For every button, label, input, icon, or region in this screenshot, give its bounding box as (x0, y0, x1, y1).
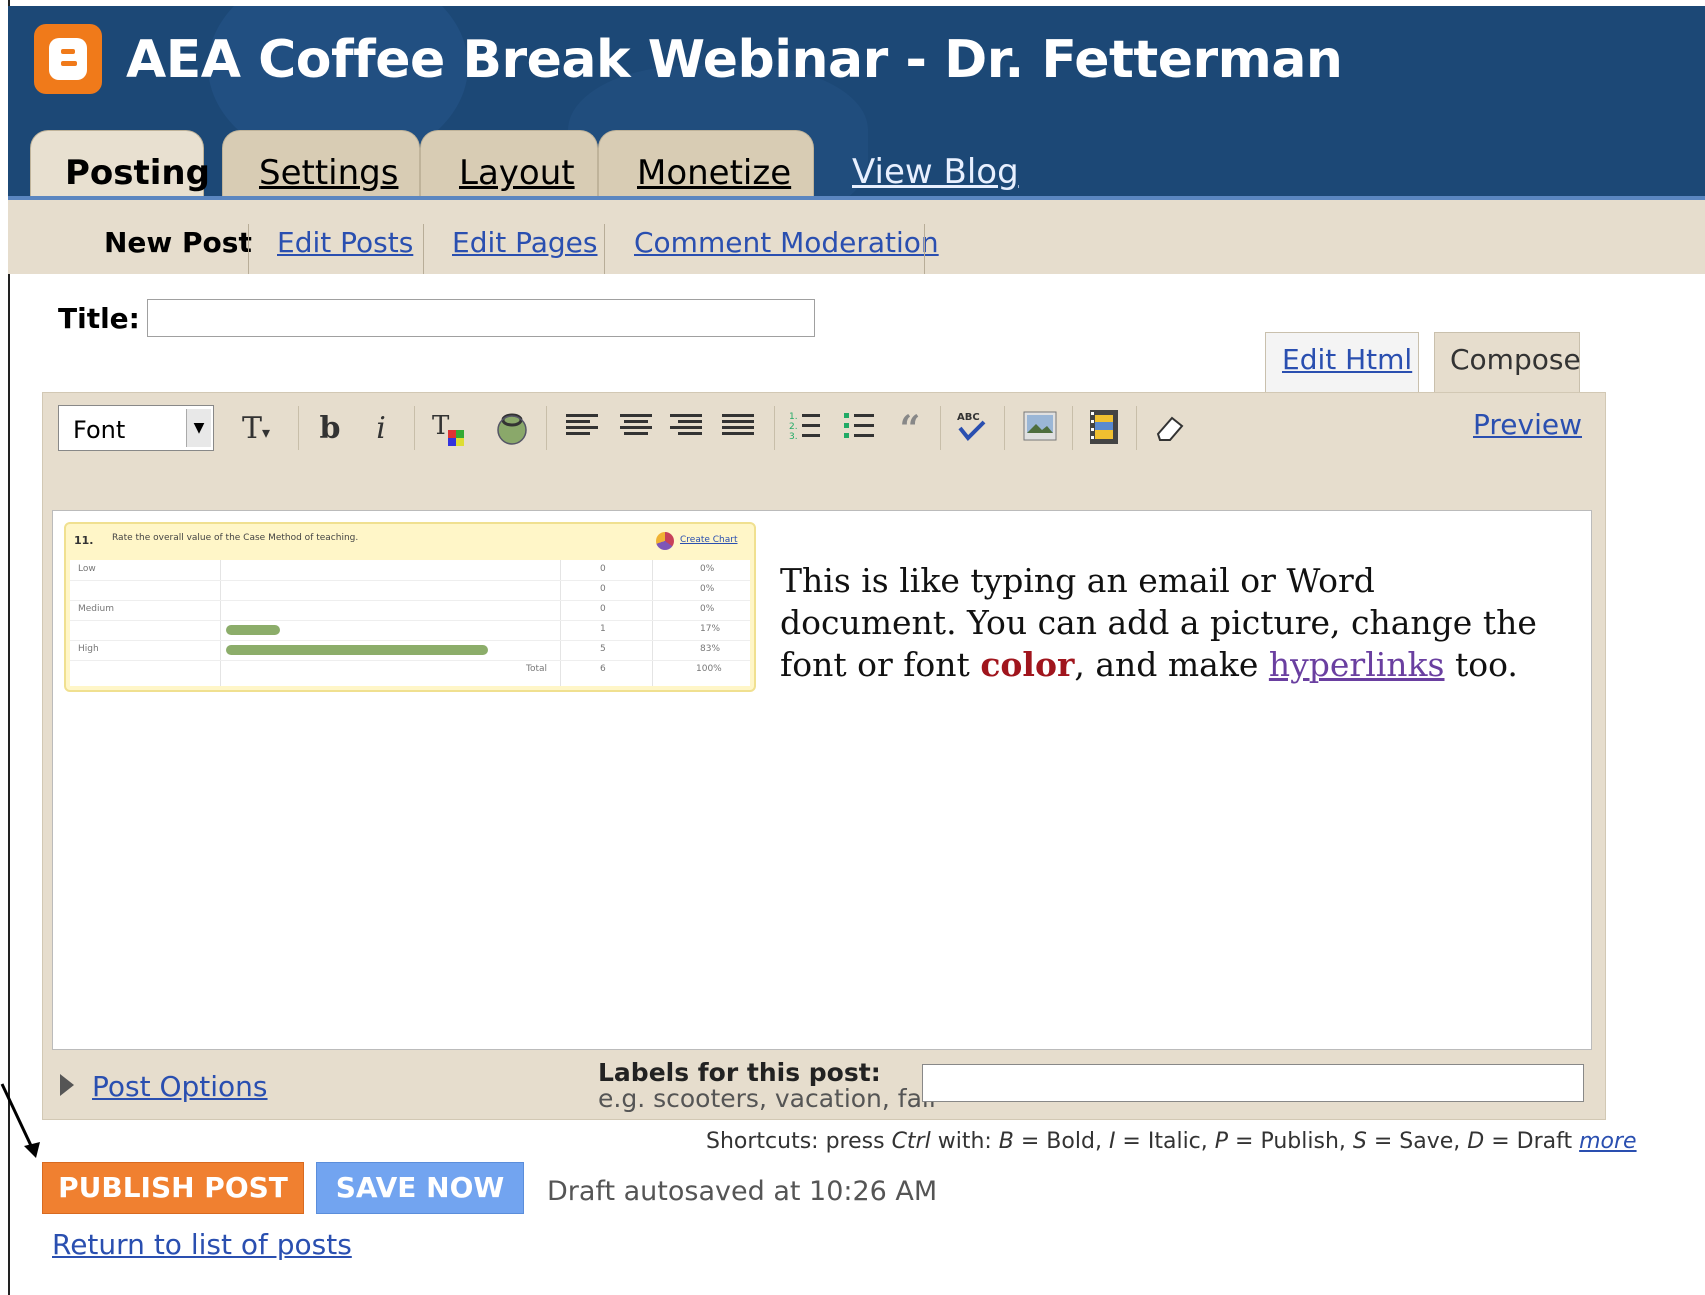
view-blog-link[interactable]: View Blog (852, 152, 1019, 192)
tab-settings[interactable]: Settings (222, 130, 420, 203)
tab-monetize[interactable]: Monetize (598, 130, 814, 203)
edit-html-label: Edit Html (1282, 343, 1413, 376)
tab-posting[interactable]: Posting (30, 130, 210, 205)
question-number: 11. (74, 534, 94, 547)
create-chart-link: Create Chart (680, 535, 738, 545)
svg-text:T: T (432, 411, 450, 441)
shortcuts-hint: Shortcuts: press Ctrl with: B = Bold, I … (706, 1129, 1637, 1154)
subtab-edit-pages[interactable]: Edit Pages (452, 226, 598, 259)
toolbar-divider (940, 406, 941, 450)
toolbar-divider (1072, 406, 1073, 450)
post-body-text[interactable]: This is like typing an email or Word doc… (780, 560, 1540, 686)
table-row: Medium 0 0% (70, 600, 750, 621)
colored-word: color (980, 645, 1075, 684)
result-bar (226, 625, 280, 635)
tab-label: Monetize (637, 153, 792, 193)
font-select-value: Font (73, 416, 126, 444)
toolbar-divider (298, 406, 299, 450)
table-row: Total 6 100% (526, 664, 722, 674)
save-now-button[interactable]: SAVE NOW (316, 1162, 524, 1214)
compose-tab[interactable]: Compose (1434, 332, 1581, 392)
image-icon[interactable] (1018, 408, 1062, 450)
toolbar-divider (1136, 406, 1137, 450)
result-bar (226, 645, 488, 655)
subtab-new-post[interactable]: New Post (104, 226, 252, 259)
link-icon[interactable] (490, 408, 534, 450)
labels-hint: e.g. scooters, vacation, fall (598, 1084, 936, 1113)
align-right-icon[interactable] (664, 408, 708, 450)
subtab-comment-moderation[interactable]: Comment Moderation (634, 226, 939, 259)
compose-label: Compose (1450, 343, 1581, 376)
labels-title: Labels for this post: (598, 1058, 881, 1087)
justify-icon[interactable] (716, 408, 760, 450)
table-row: 1 17% (70, 620, 750, 641)
svg-text:3.: 3. (789, 432, 798, 442)
subtab-edit-posts[interactable]: Edit Posts (277, 226, 413, 259)
tab-label: Posting (65, 153, 210, 193)
align-left-icon[interactable] (560, 408, 604, 450)
tab-label: Settings (259, 153, 399, 193)
font-select[interactable]: Font ▼ (58, 405, 214, 451)
table-row: Low 0 0% (70, 560, 750, 581)
spellcheck-icon[interactable]: ABC (950, 408, 994, 450)
pie-chart-icon (656, 532, 674, 550)
subtab-divider (248, 224, 249, 274)
subtab-divider (423, 224, 424, 274)
text-color-icon[interactable]: T (426, 408, 470, 450)
expand-triangle-icon[interactable] (60, 1074, 74, 1096)
edit-html-tab[interactable]: Edit Html (1265, 332, 1419, 392)
title-input[interactable] (147, 299, 815, 337)
toolbar-divider (774, 406, 775, 450)
tab-layout[interactable]: Layout (420, 130, 598, 203)
blogger-logo-icon (34, 24, 102, 94)
publish-post-button[interactable]: PUBLISH POST (42, 1162, 304, 1214)
eraser-icon[interactable] (1148, 408, 1192, 450)
body-hyperlink: hyperlinks (1268, 645, 1445, 684)
svg-text:2.: 2. (789, 422, 798, 432)
preview-link[interactable]: Preview (1473, 408, 1582, 441)
numbered-list-icon[interactable]: 1. 2. 3. (784, 408, 828, 450)
post-options-link[interactable]: Post Options (92, 1070, 268, 1103)
font-size-icon[interactable]: T▾ (228, 408, 284, 450)
bold-icon[interactable]: b (312, 408, 348, 450)
blog-title: AEA Coffee Break Webinar - Dr. Fetterman (126, 30, 1343, 90)
table-row: 0 0% (70, 580, 750, 601)
question-text: Rate the overall value of the Case Metho… (112, 533, 359, 543)
svg-text:ABC: ABC (957, 412, 980, 423)
toolbar-divider (546, 406, 547, 450)
return-to-posts-link[interactable]: Return to list of posts (52, 1228, 352, 1261)
results-table: Low 0 0% 0 0% Medium 0 0% 1 17% High 5 8… (70, 560, 750, 686)
table-row: High 5 83% (70, 640, 750, 661)
blockquote-icon[interactable]: “ (888, 408, 932, 450)
toolbar-divider (1004, 406, 1005, 450)
bullet-list-icon[interactable] (838, 408, 882, 450)
chevron-down-icon: ▼ (186, 409, 211, 447)
svg-text:1.: 1. (789, 412, 798, 422)
more-shortcuts-link[interactable]: more (1579, 1129, 1636, 1154)
labels-input[interactable] (922, 1064, 1584, 1102)
align-center-icon[interactable] (614, 408, 658, 450)
autosave-status: Draft autosaved at 10:26 AM (547, 1176, 938, 1207)
toolbar-divider (414, 406, 415, 450)
survey-result-image: 11. Rate the overall value of the Case M… (64, 522, 756, 692)
subtab-divider (924, 224, 925, 274)
video-icon[interactable] (1082, 408, 1126, 450)
annotation-arrow-icon (0, 1083, 40, 1158)
italic-icon[interactable]: i (366, 408, 396, 450)
subtab-divider (604, 224, 605, 274)
tab-label: Layout (459, 153, 575, 193)
title-label: Title: (58, 302, 140, 335)
